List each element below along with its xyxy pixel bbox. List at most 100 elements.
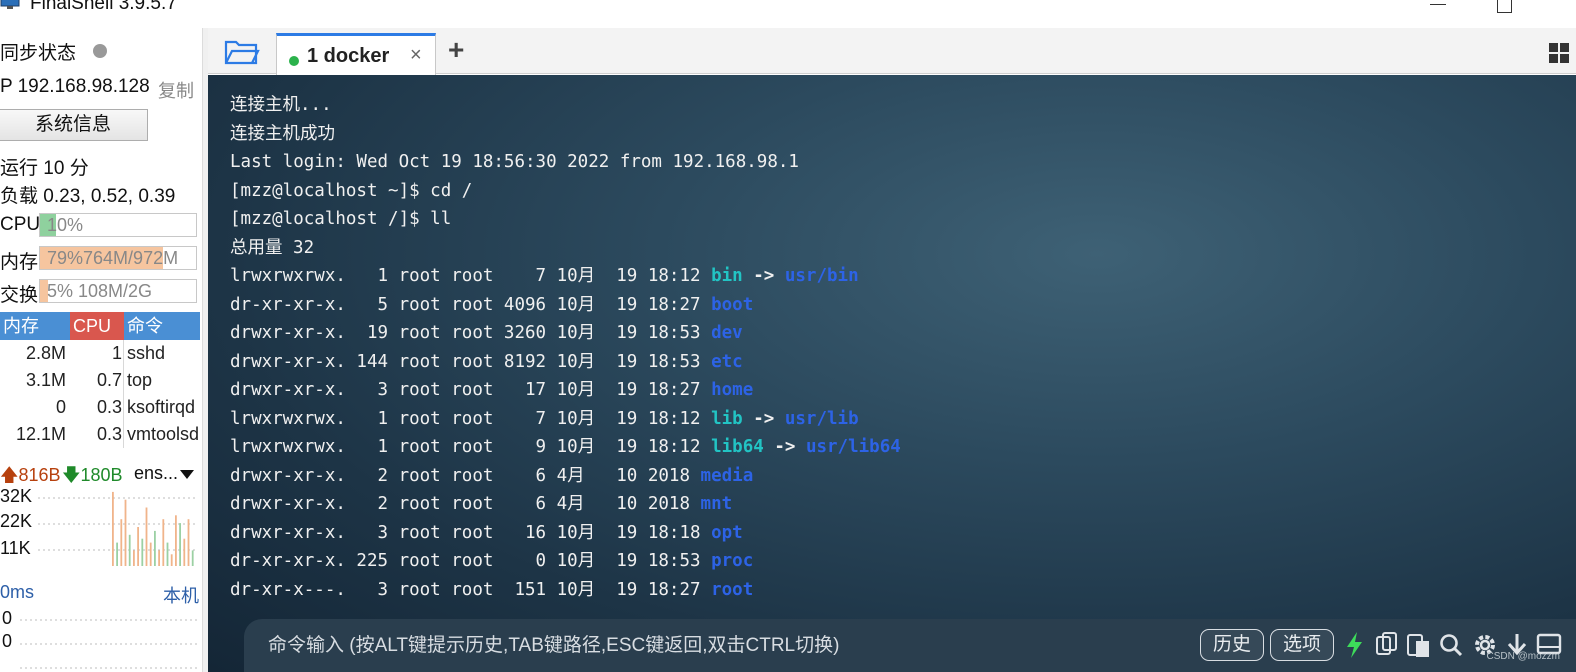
row-command: top [127, 370, 153, 390]
column-command[interactable]: 命令 [124, 312, 200, 340]
sidebar: 同步状态 P 192.168.98.128 复制 系统信息 运行 10 分 负载… [0, 28, 202, 672]
latency-label: 0ms [0, 582, 35, 602]
terminal-text: lrwxrwxrwx. 1 root root 9 10月 19 18:12 [230, 437, 712, 457]
grid-layout-icon[interactable] [1548, 42, 1570, 64]
memory-label: 内存 [0, 252, 39, 273]
sync-status-label: 同步状态 [0, 43, 77, 64]
copy-ip-link[interactable]: 复制 [158, 77, 194, 103]
terminal-text: drwxr-xr-x. 144 root root 8192 10月 19 18… [230, 351, 712, 372]
chevron-down-icon[interactable] [180, 470, 194, 479]
system-info-button[interactable]: 系统信息 [0, 109, 148, 141]
terminal-line: drwxr-xr-x. 2 root root 6 4月 10 2018 mnt [230, 490, 901, 519]
minimize-button[interactable] [1430, 4, 1446, 5]
row-memory: 2.8M [25, 343, 66, 363]
command-input[interactable] [268, 631, 1178, 661]
terminal-text: [mzz@localhost /]$ ll [230, 209, 452, 229]
terminal-line: 连接主机... [230, 91, 901, 120]
terminal-output[interactable]: 连接主机... 连接主机成功 Last login: Wed Oct 19 18:5… [230, 91, 901, 604]
close-icon[interactable]: × [410, 44, 422, 67]
history-button[interactable]: 历史 [1200, 629, 1264, 661]
file-name: opt [711, 522, 743, 543]
search-icon[interactable] [1438, 631, 1464, 659]
terminal-text: [mzz@localhost ~]$ cd / [230, 180, 473, 201]
terminal-line: drwxr-xr-x. 3 root root 16 10月 19 18:18 … [230, 519, 901, 548]
swap-meter-text: 5% 108M/2G [47, 281, 153, 301]
row-command: sshd [127, 343, 166, 363]
command-bar: 历史 选项 CSDN @mozzm [244, 619, 1576, 672]
lightning-icon[interactable] [1342, 631, 1368, 659]
table-row[interactable]: 12.1M 0.3 vmtoolsd [0, 421, 200, 448]
terminal-line: dr-xr-xr-x. 5 root root 4096 10月 19 18:2… [230, 291, 901, 320]
traffic-bar [166, 542, 169, 566]
traffic-bar [116, 542, 118, 566]
cpu-label: CPU [0, 214, 41, 235]
tab-bar: 1 docker × + [208, 28, 1576, 75]
cpu-meter: 10% [39, 213, 197, 237]
terminal-line: drwxr-xr-x. 2 root root 6 4月 10 2018 med… [230, 462, 901, 491]
terminal-line: lrwxrwxrwx. 1 root root 7 10月 19 18:12 b… [230, 262, 901, 291]
terminal-text: 总用量 32 [230, 237, 315, 258]
file-name: usr/lib [784, 408, 859, 429]
memory-meter-text: 79%764M/972M [47, 248, 179, 268]
folder-icon[interactable] [224, 38, 260, 66]
row-cpu: 0.3 [96, 424, 122, 444]
traffic-bar [128, 534, 131, 566]
paste-icon[interactable] [1406, 631, 1432, 659]
traffic-bar [124, 499, 127, 566]
file-name: usr/bin [784, 266, 859, 286]
file-name: proc [711, 551, 754, 571]
traffic-bar [120, 519, 123, 566]
terminal-text: 连接主机成功 [230, 123, 335, 144]
terminal-line: drwxr-xr-x. 19 root root 3260 10月 19 18:… [230, 319, 901, 348]
traffic-bar [162, 519, 165, 566]
network-upload-value: 816B [18, 465, 61, 485]
terminal-line: lrwxrwxrwx. 1 root root 9 10月 19 18:12 l… [230, 433, 901, 462]
column-memory[interactable]: 内存 [0, 312, 70, 340]
copy-icon[interactable] [1374, 631, 1400, 659]
traffic-bar [179, 523, 181, 566]
terminal-line: 总用量 32 [230, 234, 901, 263]
terminal-text: dr-xr-x---. 3 root root 151 10月 19 18:27 [230, 579, 712, 600]
traffic-bar [137, 527, 139, 566]
terminal-text: lrwxrwxrwx. 1 root root 7 10月 19 18:12 [230, 266, 712, 286]
row-memory: 0 [55, 397, 66, 417]
column-cpu[interactable]: CPU [70, 312, 124, 340]
options-button[interactable]: 选项 [1270, 629, 1334, 661]
connection-status-dot [289, 56, 299, 66]
file-name: mnt [700, 494, 733, 514]
terminal-line: drwxr-xr-x. 3 root root 17 10月 19 18:27 … [230, 376, 901, 405]
tab-docker[interactable]: 1 docker × [276, 33, 436, 75]
terminal-text: drwxr-xr-x. 2 root root 6 4月 10 2018 [230, 494, 701, 514]
table-row[interactable]: 0 0.3 ksoftirqd [0, 394, 200, 421]
app-icon [0, 0, 20, 9]
add-tab-button[interactable]: + [448, 34, 464, 66]
terminal-text: 连接主机... [230, 95, 332, 115]
traffic-bar [175, 515, 177, 566]
watermark: CSDN @mozzm [1486, 651, 1561, 662]
table-row[interactable]: 2.8M 1 sshd [0, 340, 200, 367]
latency-value: 0 [2, 631, 13, 651]
swap-label: 交换 [0, 285, 39, 306]
terminal-text: drwxr-xr-x. 19 root root 3260 10月 19 18:… [230, 323, 712, 343]
row-cpu: 0.3 [96, 397, 122, 417]
file-name: root [711, 579, 754, 600]
maximize-button[interactable] [1497, 0, 1512, 13]
ip-address: P 192.168.98.128 [0, 76, 150, 97]
terminal-line: 连接主机成功 [230, 120, 901, 149]
traffic-bar [145, 507, 148, 566]
terminal-line: dr-xr-xr-x. 225 root root 0 10月 19 18:53… [230, 547, 901, 576]
window-title: FinalShell 3.9.5.7 [30, 0, 177, 14]
file-name: lib64 [711, 437, 764, 457]
file-name: etc [711, 351, 743, 372]
title-bar: FinalShell 3.9.5.7 [0, 0, 1576, 28]
terminal-text: dr-xr-xr-x. 225 root root 0 10月 19 18:53 [230, 551, 712, 571]
latency-graph [20, 619, 200, 669]
row-memory: 12.1M [15, 424, 66, 444]
table-row[interactable]: 3.1M 0.7 top [0, 367, 200, 394]
sync-status-indicator [93, 44, 107, 58]
terminal-line: drwxr-xr-x. 144 root root 8192 10月 19 18… [230, 348, 901, 377]
file-name: dev [711, 323, 743, 343]
network-interface-select[interactable]: ens... [134, 463, 178, 484]
terminal-line: [mzz@localhost ~]$ cd / [230, 177, 901, 206]
terminal[interactable]: 连接主机... 连接主机成功 Last login: Wed Oct 19 18:5… [208, 75, 1576, 672]
